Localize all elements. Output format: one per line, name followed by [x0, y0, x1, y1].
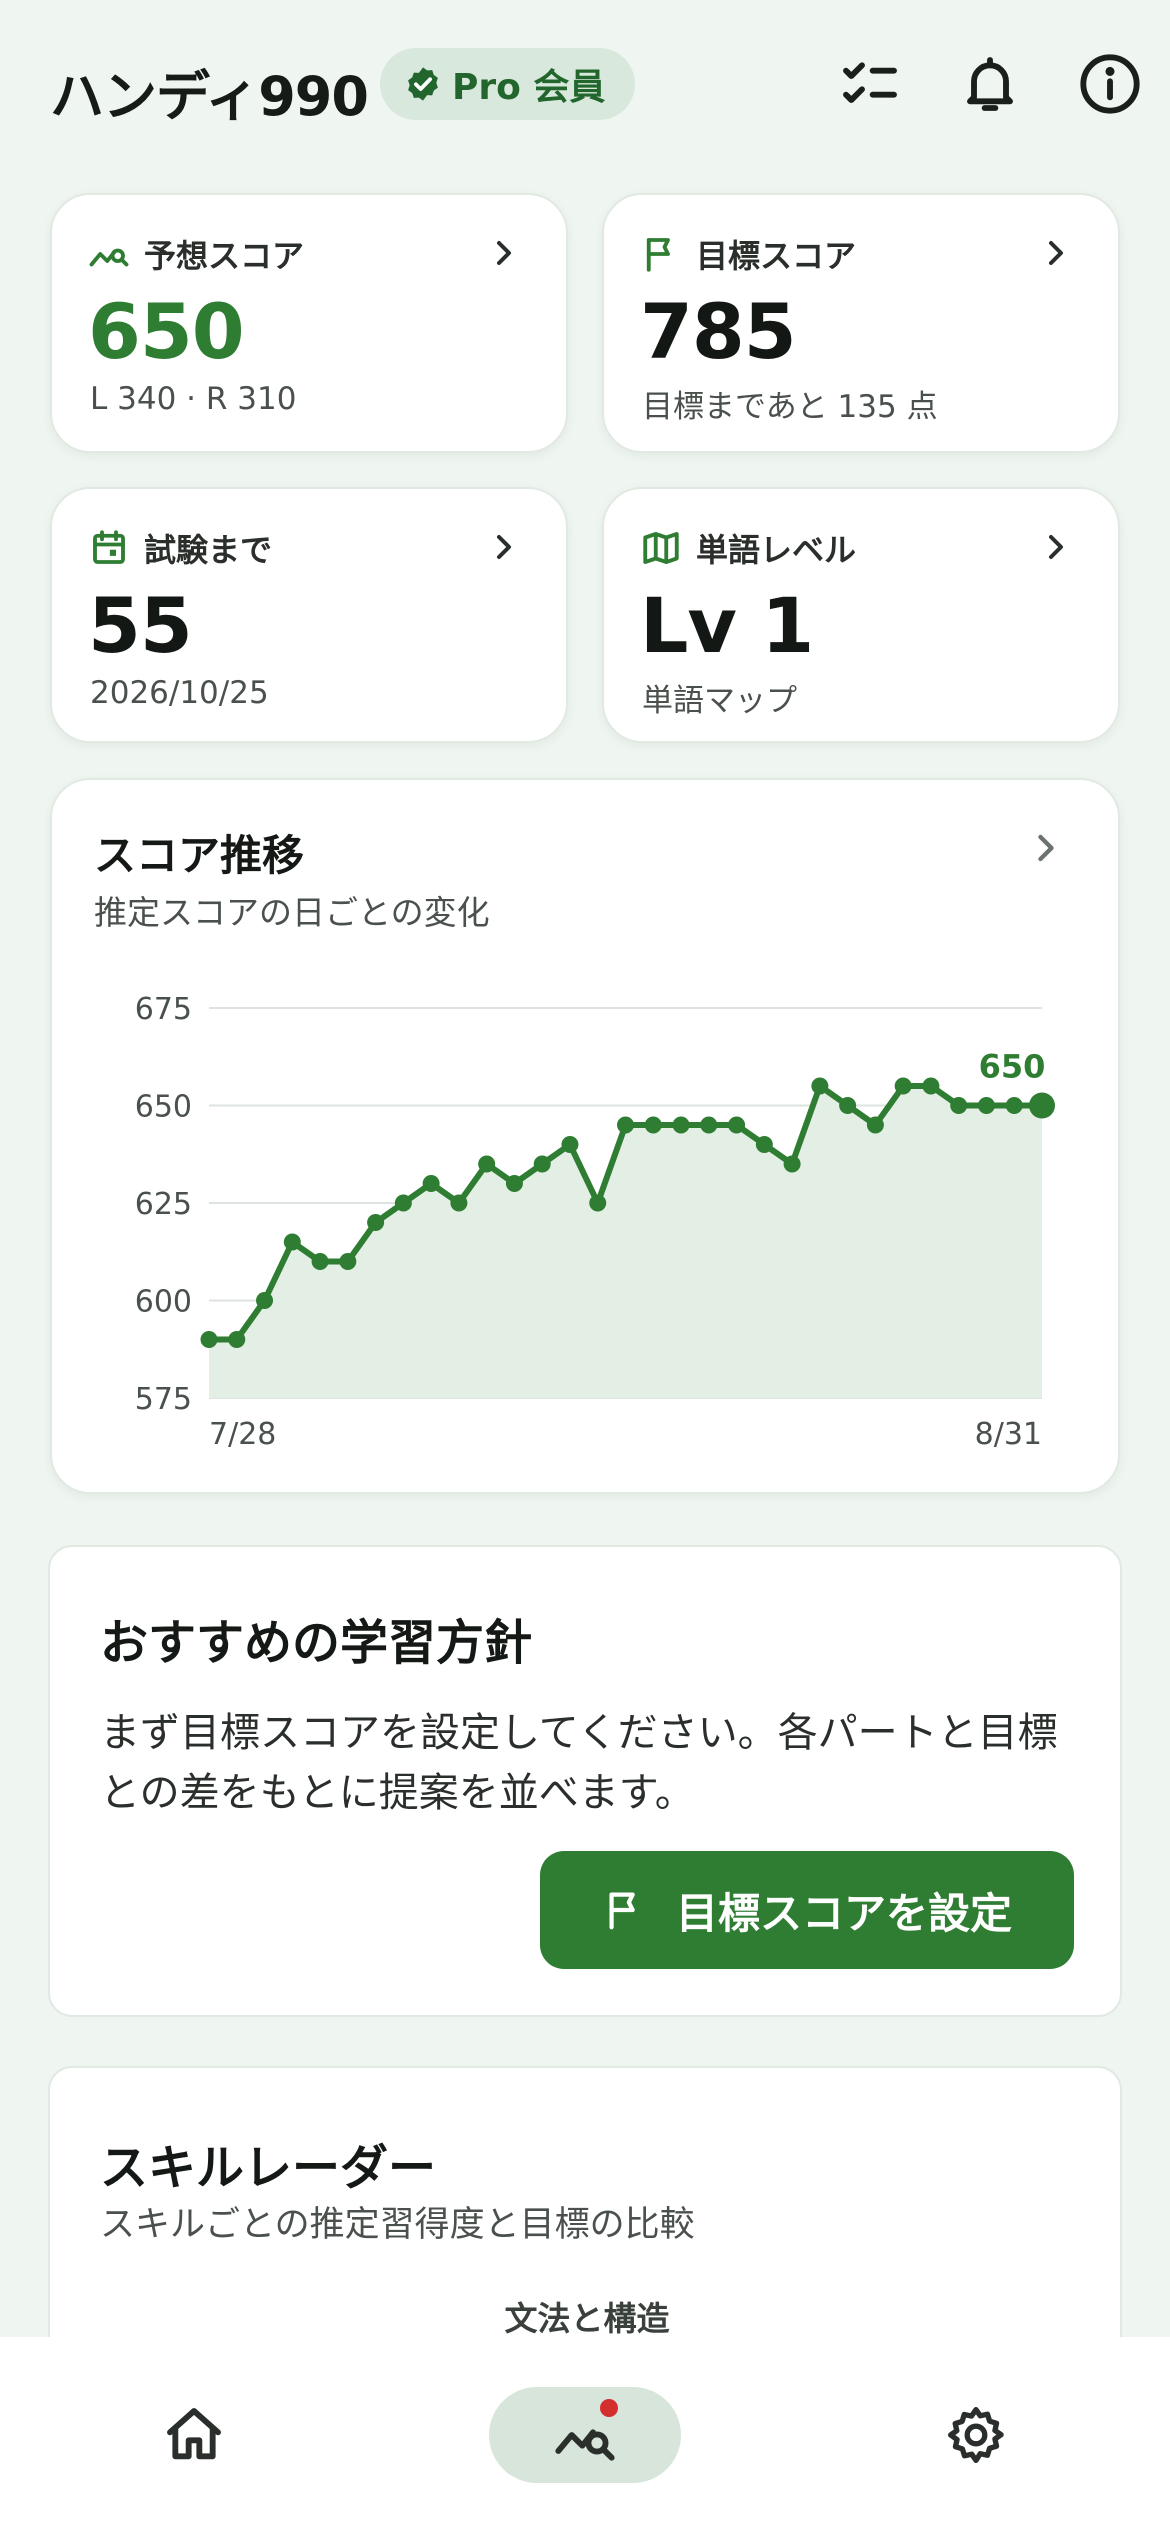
chevron-right-icon [497, 241, 511, 265]
y-tick-label: 575 [135, 1382, 192, 1417]
exam-days-value: 55 [88, 581, 193, 670]
exam-countdown-header: 試験まで [88, 525, 272, 571]
calendar-icon [93, 530, 125, 564]
score-trend-title: スコア推移 [94, 831, 305, 880]
score-point [977, 1097, 995, 1114]
info-icon [1080, 54, 1140, 114]
score-point [394, 1194, 412, 1212]
score-point [422, 1175, 440, 1192]
flag-icon [646, 238, 670, 272]
trend-search-icon [89, 248, 129, 267]
set-target-score-button[interactable]: 目標スコアを設定 [540, 1851, 1074, 1969]
latest-score-point [1029, 1092, 1055, 1119]
score-point [505, 1175, 523, 1192]
y-tick-label: 600 [135, 1285, 192, 1320]
nav-settings[interactable] [928, 2387, 1024, 2483]
score-point [311, 1253, 329, 1270]
top-bar: ハンディ990 Pro 会員 [0, 0, 1170, 170]
chevron-right-icon [1049, 535, 1063, 559]
score-point [894, 1077, 912, 1095]
predicted-score-value: 650 [88, 287, 245, 376]
nav-analytics[interactable] [489, 2387, 681, 2483]
score-point [589, 1194, 607, 1212]
flag-icon [609, 1892, 635, 1930]
vocab-map-link: 単語マップ [642, 683, 797, 719]
score-point [672, 1116, 690, 1134]
vocab-level-label: 単語レベル [696, 531, 857, 569]
checklist-button[interactable] [838, 52, 902, 116]
y-tick-label: 650 [135, 1090, 192, 1125]
gear-icon [948, 2407, 1004, 2463]
checklist-icon [843, 62, 897, 103]
skill-radar-title: スキルレーダー [100, 2140, 437, 2196]
score-point [478, 1155, 496, 1173]
score-point [228, 1331, 246, 1348]
exam-countdown-card[interactable]: 試験まで 55 2026/10/25 [50, 487, 568, 743]
app-title: ハンディ990 [50, 65, 369, 128]
chevron-right-icon [1038, 834, 1054, 862]
score-point [1005, 1097, 1023, 1114]
set-target-score-label: 目標スコアを設定 [675, 1889, 1012, 1937]
score-trend-card[interactable]: スコア推移 推定スコアの日ごとの変化 675 650 625 600 575 650 7/2… [50, 778, 1120, 1494]
exam-date: 2026/10/25 [90, 675, 269, 711]
score-point [617, 1116, 634, 1134]
score-point [367, 1214, 385, 1231]
chevron-right-icon [1049, 241, 1063, 265]
target-score-header: 目標スコア [640, 231, 856, 277]
skill-radar-subtitle: スキルごとの推定習得度と目標の比較 [100, 2205, 695, 2245]
recommendation-body: まず目標スコアを設定してください。各パートと目標との差をもとに提案を並べます。 [100, 1710, 1058, 1816]
score-trend-subtitle: 推定スコアの日ごとの変化 [94, 893, 490, 932]
score-point [922, 1077, 940, 1095]
x-start-label: 7/28 [209, 1417, 276, 1452]
radar-axis-label-grammar: 文法と構造 [504, 2299, 670, 2338]
score-point [866, 1116, 884, 1134]
predicted-score-label: 予想スコア [144, 237, 305, 275]
study-recommendation-card: おすすめの学習方針 まず目標スコアを設定してください。各パートと目標との差をもと… [48, 1545, 1122, 2017]
info-button[interactable] [1078, 52, 1142, 116]
score-point [450, 1194, 468, 1212]
pro-member-badge[interactable]: Pro 会員 [380, 48, 636, 120]
verified-icon [408, 67, 438, 101]
y-tick-label: 625 [135, 1187, 192, 1222]
score-point [700, 1116, 718, 1134]
y-tick-label: 675 [135, 992, 192, 1027]
score-point [283, 1233, 301, 1251]
vocab-level-header: 単語レベル [640, 525, 856, 571]
score-point [256, 1292, 274, 1309]
bell-icon [967, 57, 1013, 111]
target-score-card[interactable]: 目標スコア 785 目標まであと 135 点 [602, 193, 1120, 453]
home-icon [167, 2408, 221, 2460]
exam-countdown-label: 試験まで [144, 531, 273, 569]
score-point [811, 1077, 829, 1095]
recommendation-title: おすすめの学習方針 [100, 1615, 533, 1671]
vocab-level-card[interactable]: 単語レベル Lv 1 単語マップ [602, 487, 1120, 743]
score-point [950, 1097, 968, 1114]
score-point [644, 1116, 662, 1134]
predicted-score-breakdown: L 340 · R 310 [90, 381, 297, 417]
score-point [200, 1331, 218, 1348]
x-end-label: 8/31 [975, 1417, 1042, 1452]
notifications-button[interactable] [958, 52, 1022, 116]
target-score-remaining: 目標まであと 135 点 [642, 389, 938, 425]
pro-badge-label: Pro 会員 [452, 67, 606, 108]
score-trend-chart: 675 650 625 600 575 650 7/28 8/31 [135, 992, 1055, 1452]
score-point [728, 1116, 746, 1134]
predicted-score-header: 予想スコア [88, 231, 304, 277]
score-point [755, 1136, 773, 1153]
score-point [839, 1097, 857, 1114]
score-point [561, 1136, 579, 1153]
score-point [339, 1253, 357, 1270]
notification-dot [600, 2399, 618, 2417]
score-point [783, 1155, 801, 1173]
bottom-navigation [0, 2337, 1170, 2532]
score-point [533, 1155, 551, 1173]
map-icon [643, 532, 679, 564]
target-score-label: 目標スコア [696, 237, 857, 275]
latest-score-label: 650 [979, 1048, 1046, 1086]
vocab-level-value: Lv 1 [640, 581, 814, 670]
chevron-right-icon [497, 535, 511, 559]
target-score-value: 785 [640, 287, 797, 376]
nav-home[interactable] [146, 2387, 242, 2483]
predicted-score-card[interactable]: 予想スコア 650 L 340 · R 310 [50, 193, 568, 453]
